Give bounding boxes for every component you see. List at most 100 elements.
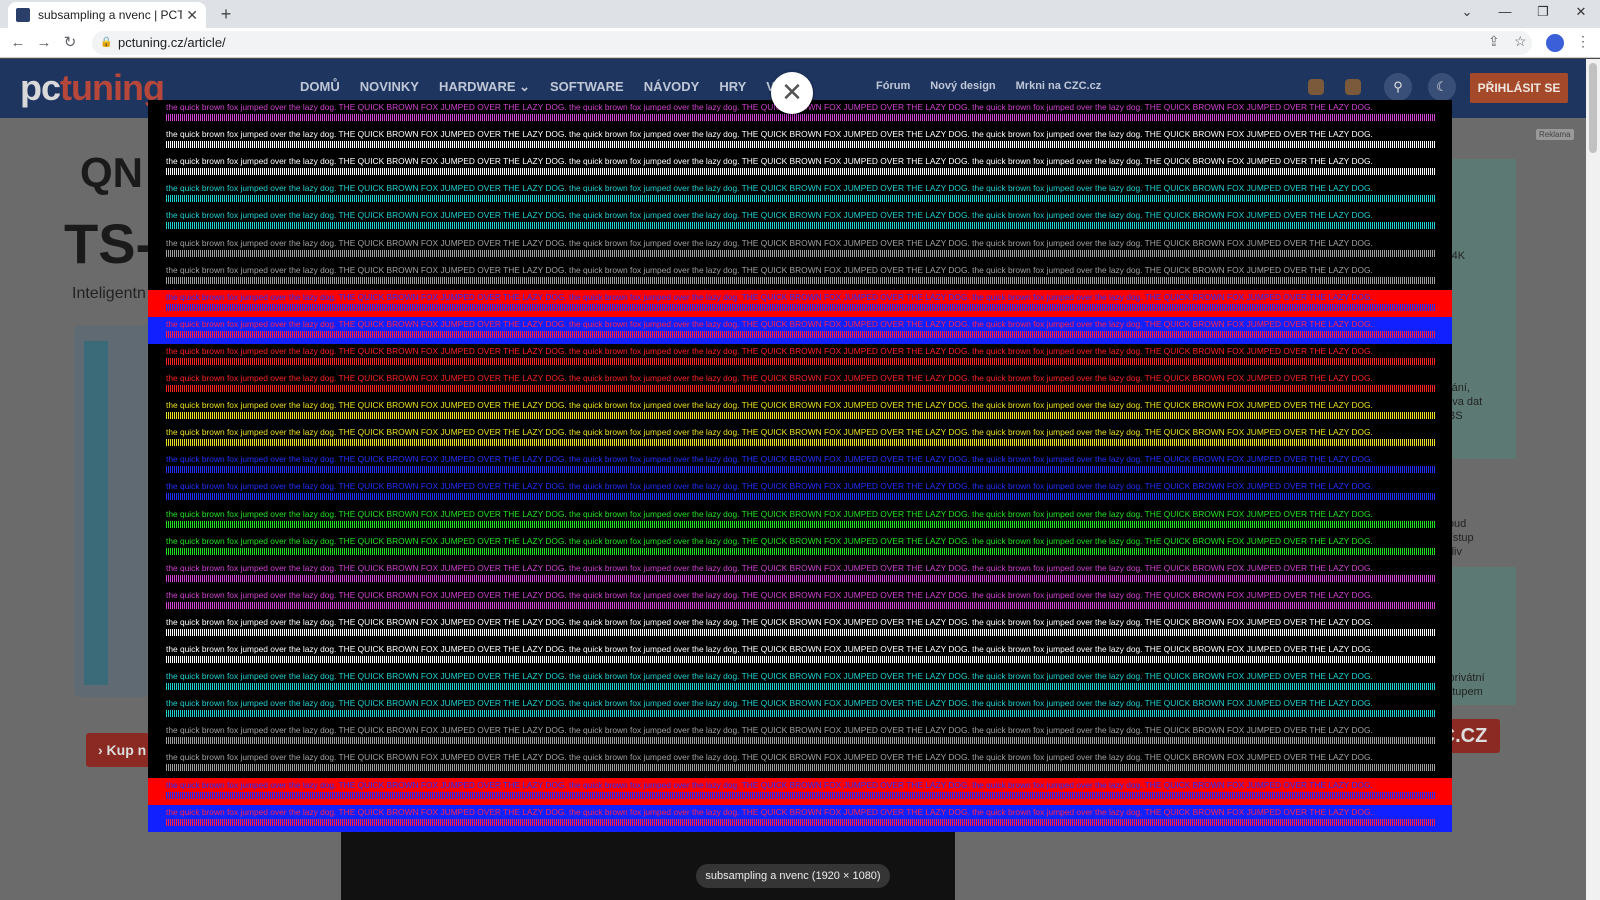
test-pattern-text: the quick brown fox jumped over the lazy… [166, 725, 1373, 736]
test-pattern-row: the quick brown fox jumped over the lazy… [148, 587, 1452, 615]
lightbox-image[interactable]: the quick brown fox jumped over the lazy… [148, 100, 1452, 832]
nav-item-novinky[interactable]: NOVINKY [360, 79, 419, 95]
test-pattern-bars [166, 114, 1436, 121]
test-pattern-row: the quick brown fox jumped over the lazy… [148, 371, 1452, 398]
test-pattern-row: the quick brown fox jumped over the lazy… [148, 777, 1452, 805]
maximize-button[interactable]: ❐ [1528, 4, 1558, 20]
test-pattern-text: the quick brown fox jumped over the lazy… [166, 616, 1373, 627]
sub-nav: Fórum Nový design Mrkni na CZC.cz [876, 80, 1101, 92]
forward-button[interactable]: → [34, 33, 54, 53]
test-pattern-text: the quick brown fox jumped over the lazy… [166, 291, 1373, 302]
test-pattern-row: the quick brown fox jumped over the lazy… [148, 316, 1452, 344]
address-bar[interactable]: 🔒 pctuning.cz/article/ [92, 31, 1532, 55]
ad-buy-button[interactable]: › Kup n [86, 733, 156, 767]
test-pattern-text: the quick brown fox jumped over the lazy… [166, 454, 1373, 465]
test-pattern-text: the quick brown fox jumped over the lazy… [166, 779, 1373, 790]
facebook-icon[interactable] [1308, 79, 1324, 95]
test-pattern-row: the quick brown fox jumped over the lazy… [148, 425, 1452, 453]
test-pattern-text: the quick brown fox jumped over the lazy… [166, 237, 1373, 248]
ad-product-image [74, 325, 150, 697]
test-pattern-bars [166, 737, 1436, 745]
test-pattern-text: the quick brown fox jumped over the lazy… [166, 156, 1373, 167]
nav-item-novy-design[interactable]: Nový design [930, 80, 995, 92]
nav-item-czc[interactable]: Mrkni na CZC.cz [1016, 80, 1102, 92]
test-pattern-text: the quick brown fox jumped over the lazy… [166, 535, 1373, 546]
test-pattern-text: the quick brown fox jumped over the lazy… [166, 562, 1373, 573]
test-pattern-row: the quick brown fox jumped over the lazy… [148, 452, 1452, 480]
test-pattern-row: the quick brown fox jumped over the lazy… [148, 479, 1452, 507]
minimize-button[interactable]: — [1490, 4, 1520, 19]
browser-toolbar: ← → ↻ 🔒 pctuning.cz/article/ ⇪ ☆ ⋮ [0, 28, 1600, 58]
page-scrollbar[interactable] [1586, 59, 1600, 900]
browser-tab[interactable]: subsampling a nvenc | PCTuning ✕ [8, 2, 206, 28]
back-button[interactable]: ← [8, 33, 28, 53]
test-pattern-row: the quick brown fox jumped over the lazy… [148, 127, 1452, 155]
test-pattern-row: the quick brown fox jumped over the lazy… [148, 533, 1452, 561]
dark-mode-icon[interactable]: ☾ [1428, 73, 1456, 101]
test-pattern-bars [166, 628, 1436, 636]
lightbox-caption: subsampling a nvenc (1920 × 1080) [696, 864, 890, 888]
bookmark-star-icon[interactable]: ☆ [1514, 33, 1527, 50]
nav-item-software[interactable]: SOFTWARE [550, 79, 624, 95]
test-pattern-row: the quick brown fox jumped over the lazy… [148, 506, 1452, 534]
test-pattern-row: the quick brown fox jumped over the lazy… [148, 289, 1452, 317]
test-pattern-bars [166, 601, 1436, 609]
instagram-icon[interactable] [1345, 79, 1361, 95]
test-pattern-bars [166, 493, 1436, 501]
lightbox-close-icon[interactable]: ✕ [771, 72, 813, 114]
test-pattern-row: the quick brown fox jumped over the lazy… [148, 750, 1452, 778]
lock-icon[interactable]: 🔒 [100, 31, 112, 55]
test-pattern-text: the quick brown fox jumped over the lazy… [166, 589, 1373, 600]
nav-item-navody[interactable]: NÁVODY [644, 79, 700, 95]
test-pattern-bars [166, 168, 1436, 176]
test-pattern-bars [166, 710, 1436, 718]
test-pattern-bars [166, 791, 1436, 799]
scrollbar-thumb[interactable] [1589, 63, 1597, 153]
test-pattern-bars [166, 385, 1436, 392]
search-icon[interactable]: ⚲ [1384, 73, 1412, 101]
test-pattern-row: the quick brown fox jumped over the lazy… [148, 208, 1452, 236]
nav-item-domu[interactable]: DOMŮ [300, 79, 340, 95]
test-pattern-row: the quick brown fox jumped over the lazy… [148, 614, 1452, 642]
url-text: pctuning.cz/article/ [118, 35, 226, 50]
test-pattern-bars [166, 466, 1436, 474]
test-pattern-text: the quick brown fox jumped over the lazy… [166, 698, 1373, 709]
new-tab-button[interactable]: + [216, 4, 236, 24]
test-pattern-row: the quick brown fox jumped over the lazy… [148, 804, 1452, 832]
test-pattern-bars [166, 412, 1436, 420]
test-pattern-text: the quick brown fox jumped over the lazy… [166, 210, 1373, 221]
test-pattern-bars [166, 330, 1436, 338]
test-pattern-bars [166, 222, 1436, 230]
test-pattern-text: the quick brown fox jumped over the lazy… [166, 644, 1373, 654]
test-pattern-row: the quick brown fox jumped over the lazy… [148, 235, 1452, 263]
tab-title: subsampling a nvenc | PCTuning [38, 8, 183, 22]
nav-item-hardware[interactable]: HARDWARE ⌄ [439, 79, 530, 95]
test-pattern-bars [166, 818, 1436, 826]
test-pattern-text: the quick brown fox jumped over the lazy… [166, 183, 1373, 194]
test-pattern-bars [166, 439, 1436, 447]
test-pattern-row: the quick brown fox jumped over the lazy… [148, 398, 1452, 426]
test-pattern-bars [166, 574, 1436, 582]
tab-search-icon[interactable]: ⌄ [1452, 4, 1482, 20]
login-button[interactable]: PŘIHLÁSIT SE [1470, 73, 1568, 103]
test-pattern-bars [166, 195, 1436, 203]
test-pattern-row: the quick brown fox jumped over the lazy… [148, 669, 1452, 697]
browser-menu-icon[interactable]: ⋮ [1576, 33, 1590, 50]
share-icon[interactable]: ⇪ [1488, 33, 1500, 50]
test-pattern-bars [166, 656, 1436, 663]
test-pattern-text: the quick brown fox jumped over the lazy… [166, 427, 1373, 438]
test-pattern-bars [166, 276, 1436, 284]
nav-item-forum[interactable]: Fórum [876, 80, 910, 92]
test-pattern-text: the quick brown fox jumped over the lazy… [166, 129, 1373, 140]
test-pattern-row: the quick brown fox jumped over the lazy… [148, 723, 1452, 751]
ad-label: Reklama [1536, 129, 1574, 140]
reload-button[interactable]: ↻ [60, 33, 80, 53]
site-logo[interactable]: pctuning [20, 67, 165, 109]
tab-close-icon[interactable]: ✕ [186, 7, 198, 24]
test-pattern-bars [166, 520, 1436, 528]
window-close-button[interactable]: ✕ [1566, 4, 1596, 20]
test-pattern-bars [166, 547, 1436, 555]
profile-avatar[interactable] [1546, 34, 1564, 52]
test-pattern-row: the quick brown fox jumped over the lazy… [148, 154, 1452, 182]
nav-item-hry[interactable]: HRY [719, 79, 746, 95]
